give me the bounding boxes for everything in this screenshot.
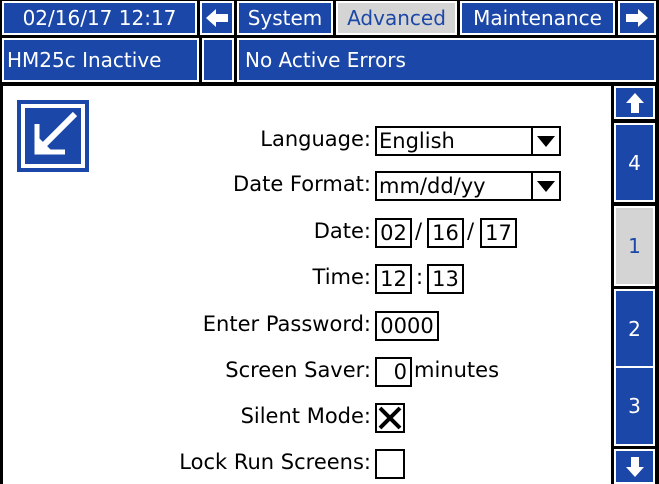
- tab-system[interactable]: System: [237, 1, 333, 35]
- date-year-field[interactable]: 17: [480, 218, 517, 248]
- check-x-icon: [378, 406, 402, 430]
- date-separator: /: [467, 219, 475, 243]
- datetime-display: 02/16/17 12:17: [2, 1, 197, 35]
- scroll-down-button[interactable]: [614, 449, 655, 484]
- page-button-3[interactable]: 3: [614, 366, 655, 446]
- language-value: English: [379, 129, 455, 153]
- arrow-left-icon: [206, 9, 228, 27]
- arrow-down-icon: [625, 456, 644, 477]
- chevron-down-icon: [531, 128, 559, 154]
- scroll-up-button[interactable]: [614, 86, 655, 119]
- tab-advanced[interactable]: Advanced: [336, 1, 457, 35]
- language-select[interactable]: English: [375, 126, 561, 156]
- language-label: Language:: [260, 127, 371, 151]
- date-month-field[interactable]: 02: [375, 218, 412, 248]
- tab-maintenance[interactable]: Maintenance: [460, 1, 615, 35]
- date-label: Date:: [313, 219, 371, 243]
- silent-mode-checkbox[interactable]: [375, 403, 405, 433]
- error-status: No Active Errors: [237, 38, 656, 82]
- system-status: HM25c Inactive: [2, 38, 199, 82]
- time-separator: :: [416, 265, 424, 289]
- settings-panel: Language: Date Format: Date: Time: Enter…: [3, 86, 611, 484]
- nav-left-button[interactable]: [200, 1, 234, 35]
- lock-run-screens-checkbox[interactable]: [375, 449, 405, 479]
- date-format-label: Date Format:: [233, 172, 371, 196]
- chevron-down-icon: [531, 173, 559, 199]
- screen-saver-unit: minutes: [414, 358, 500, 382]
- time-minute-field[interactable]: 13: [427, 264, 464, 294]
- screen-saver-field[interactable]: 0: [375, 357, 412, 387]
- arrow-right-icon: [626, 9, 648, 27]
- status-spacer: [202, 38, 234, 82]
- date-format-select[interactable]: mm/dd/yy: [375, 171, 561, 201]
- page-button-2[interactable]: 2: [614, 289, 655, 369]
- date-format-value: mm/dd/yy: [379, 174, 486, 198]
- time-hour-field[interactable]: 12: [375, 264, 412, 294]
- arrow-up-icon: [625, 92, 644, 113]
- date-day-field[interactable]: 16: [427, 218, 464, 248]
- password-field[interactable]: 0000: [375, 311, 439, 341]
- screen-saver-label: Screen Saver:: [225, 358, 371, 382]
- silent-mode-label: Silent Mode:: [240, 404, 371, 428]
- date-separator: /: [415, 219, 423, 243]
- password-label: Enter Password:: [202, 312, 371, 336]
- lock-run-screens-label: Lock Run Screens:: [179, 450, 371, 474]
- nav-right-button[interactable]: [618, 1, 656, 35]
- page-button-4[interactable]: 4: [614, 123, 655, 202]
- page-button-1[interactable]: 1: [614, 206, 655, 286]
- time-label: Time:: [312, 265, 371, 289]
